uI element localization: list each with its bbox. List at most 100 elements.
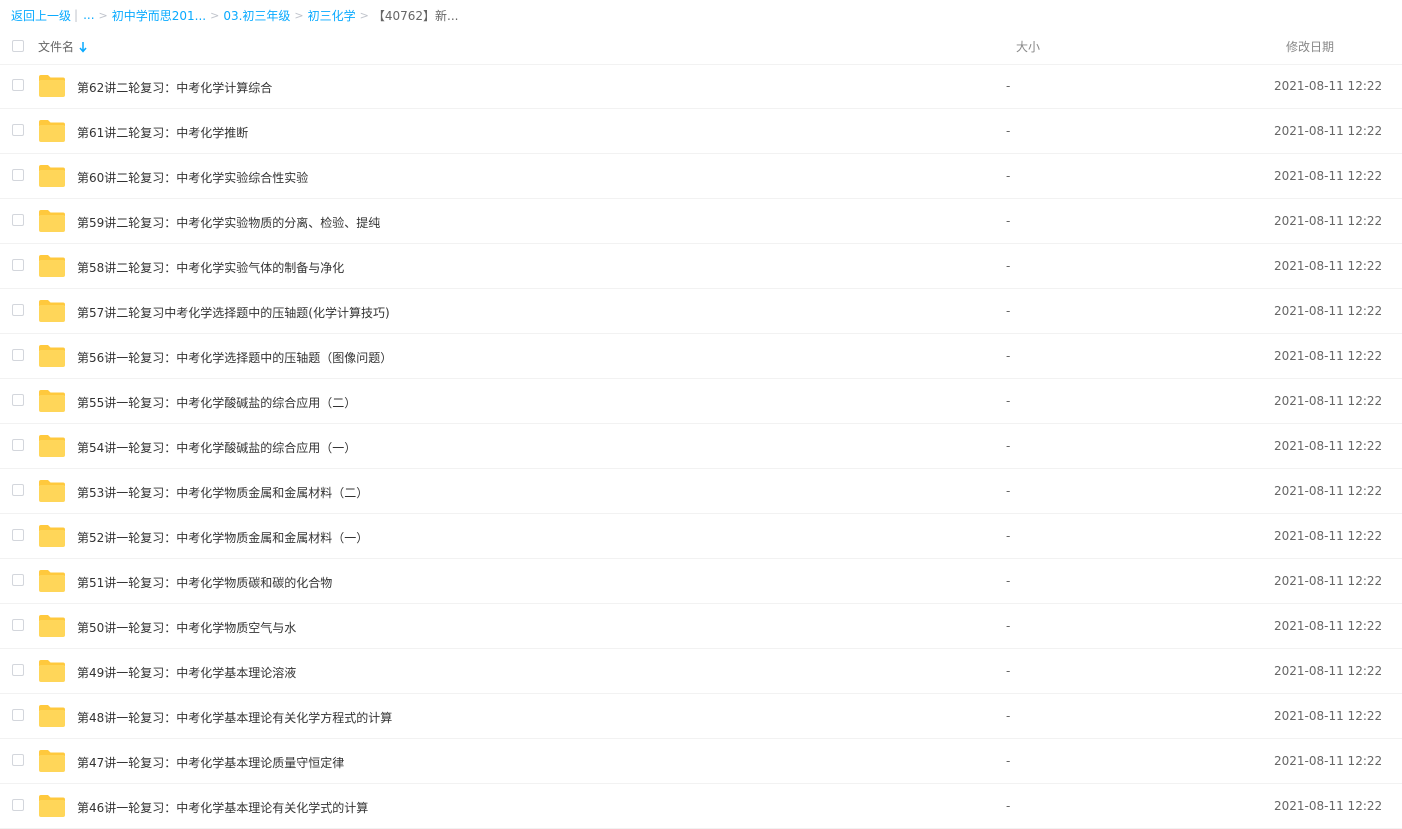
file-size: -: [1006, 304, 1011, 318]
row-checkbox[interactable]: [12, 709, 24, 721]
file-modified-date: 2021-08-11 12:22: [1274, 709, 1383, 723]
select-all-checkbox[interactable]: [12, 40, 24, 52]
file-modified-date: 2021-08-11 12:22: [1274, 529, 1383, 543]
file-name[interactable]: 第49讲一轮复习：中考化学基本理论溶液: [77, 664, 296, 681]
file-modified-date: 2021-08-11 12:22: [1274, 349, 1383, 363]
file-modified-date: 2021-08-11 12:22: [1274, 484, 1383, 498]
folder-icon[interactable]: [38, 209, 66, 233]
file-name[interactable]: 第50讲一轮复习：中考化学物质空气与水: [77, 619, 296, 636]
file-name[interactable]: 第51讲一轮复习：中考化学物质碳和碳的化合物: [77, 574, 332, 591]
file-row[interactable]: 第59讲二轮复习：中考化学实验物质的分离、检验、提纯 - 2021-08-11 …: [0, 199, 1402, 244]
folder-icon[interactable]: [38, 659, 66, 683]
file-name[interactable]: 第61讲二轮复习：中考化学推断: [77, 124, 248, 141]
folder-icon[interactable]: [38, 704, 66, 728]
row-checkbox[interactable]: [12, 799, 24, 811]
file-name[interactable]: 第55讲一轮复习：中考化学酸碱盐的综合应用（二）: [77, 394, 356, 411]
file-name[interactable]: 第62讲二轮复习：中考化学计算综合: [77, 79, 272, 96]
name-column-header[interactable]: 文件名: [38, 38, 87, 55]
file-name[interactable]: 第59讲二轮复习：中考化学实验物质的分离、检验、提纯: [77, 214, 380, 231]
file-row[interactable]: 第54讲一轮复习：中考化学酸碱盐的综合应用（一） - 2021-08-11 12…: [0, 424, 1402, 469]
file-name[interactable]: 第54讲一轮复习：中考化学酸碱盐的综合应用（一）: [77, 439, 356, 456]
folder-icon[interactable]: [38, 389, 66, 413]
folder-icon[interactable]: [38, 614, 66, 638]
folder-icon[interactable]: [38, 524, 66, 548]
row-checkbox[interactable]: [12, 619, 24, 631]
file-row[interactable]: 第55讲一轮复习：中考化学酸碱盐的综合应用（二） - 2021-08-11 12…: [0, 379, 1402, 424]
row-checkbox[interactable]: [12, 394, 24, 406]
folder-icon[interactable]: [38, 434, 66, 458]
file-size: -: [1006, 169, 1011, 183]
arrow-down-icon[interactable]: [79, 41, 87, 53]
file-name[interactable]: 第46讲一轮复习：中考化学基本理论有关化学式的计算: [77, 799, 368, 816]
file-row[interactable]: 第60讲二轮复习：中考化学实验综合性实验 - 2021-08-11 12:22: [0, 154, 1402, 199]
breadcrumb-item-0[interactable]: 初中学而思201...: [112, 7, 206, 24]
file-name[interactable]: 第47讲一轮复习：中考化学基本理论质量守恒定律: [77, 754, 344, 771]
folder-icon[interactable]: [38, 749, 66, 773]
folder-icon[interactable]: [38, 344, 66, 368]
folder-icon[interactable]: [38, 74, 66, 98]
folder-icon[interactable]: [38, 164, 66, 188]
row-checkbox[interactable]: [12, 484, 24, 496]
file-row[interactable]: 第48讲一轮复习：中考化学基本理论有关化学方程式的计算 - 2021-08-11…: [0, 694, 1402, 739]
file-row[interactable]: 第56讲一轮复习：中考化学选择题中的压轴题（图像问题） - 2021-08-11…: [0, 334, 1402, 379]
breadcrumb-ellipsis[interactable]: ...: [83, 8, 94, 22]
file-name[interactable]: 第53讲一轮复习：中考化学物质金属和金属材料（二）: [77, 484, 368, 501]
file-name[interactable]: 第52讲一轮复习：中考化学物质金属和金属材料（一）: [77, 529, 368, 546]
row-checkbox[interactable]: [12, 214, 24, 226]
breadcrumb-chevron-icon: >: [294, 8, 304, 22]
file-name[interactable]: 第58讲二轮复习：中考化学实验气体的制备与净化: [77, 259, 344, 276]
file-modified-date: 2021-08-11 12:22: [1274, 754, 1383, 768]
file-name[interactable]: 第48讲一轮复习：中考化学基本理论有关化学方程式的计算: [77, 709, 392, 726]
row-checkbox[interactable]: [12, 124, 24, 136]
file-name[interactable]: 第56讲一轮复习：中考化学选择题中的压轴题（图像问题）: [77, 349, 392, 366]
row-checkbox[interactable]: [12, 169, 24, 181]
file-modified-date: 2021-08-11 12:22: [1274, 394, 1383, 408]
file-row[interactable]: 第51讲一轮复习：中考化学物质碳和碳的化合物 - 2021-08-11 12:2…: [0, 559, 1402, 604]
folder-icon[interactable]: [38, 794, 66, 818]
file-row[interactable]: 第58讲二轮复习：中考化学实验气体的制备与净化 - 2021-08-11 12:…: [0, 244, 1402, 289]
file-row[interactable]: 第49讲一轮复习：中考化学基本理论溶液 - 2021-08-11 12:22: [0, 649, 1402, 694]
breadcrumb-item-1[interactable]: 03.初三年级: [223, 7, 290, 24]
file-size: -: [1006, 799, 1011, 813]
size-column-header[interactable]: 大小: [1016, 38, 1040, 55]
file-row[interactable]: 第53讲一轮复习：中考化学物质金属和金属材料（二） - 2021-08-11 1…: [0, 469, 1402, 514]
file-name[interactable]: 第57讲二轮复习中考化学选择题中的压轴题(化学计算技巧): [77, 304, 390, 321]
folder-icon[interactable]: [38, 119, 66, 143]
file-row[interactable]: 第46讲一轮复习：中考化学基本理论有关化学式的计算 - 2021-08-11 1…: [0, 784, 1402, 829]
file-row[interactable]: 第57讲二轮复习中考化学选择题中的压轴题(化学计算技巧) - 2021-08-1…: [0, 289, 1402, 334]
file-modified-date: 2021-08-11 12:22: [1274, 619, 1383, 633]
folder-icon[interactable]: [38, 479, 66, 503]
row-checkbox[interactable]: [12, 574, 24, 586]
row-checkbox[interactable]: [12, 439, 24, 451]
file-row[interactable]: 第50讲一轮复习：中考化学物质空气与水 - 2021-08-11 12:22: [0, 604, 1402, 649]
file-row[interactable]: 第62讲二轮复习：中考化学计算综合 - 2021-08-11 12:22: [0, 64, 1402, 109]
file-modified-date: 2021-08-11 12:22: [1274, 259, 1383, 273]
file-row[interactable]: 第47讲一轮复习：中考化学基本理论质量守恒定律 - 2021-08-11 12:…: [0, 739, 1402, 784]
file-modified-date: 2021-08-11 12:22: [1274, 799, 1383, 813]
row-checkbox[interactable]: [12, 349, 24, 361]
row-checkbox[interactable]: [12, 304, 24, 316]
breadcrumb-item-2[interactable]: 初三化学: [308, 7, 356, 24]
breadcrumb: 返回上一级 | ... > 初中学而思201... > 03.初三年级 > 初三…: [11, 5, 458, 25]
file-size: -: [1006, 79, 1011, 93]
row-checkbox[interactable]: [12, 754, 24, 766]
folder-icon[interactable]: [38, 299, 66, 323]
row-checkbox[interactable]: [12, 79, 24, 91]
file-size: -: [1006, 124, 1011, 138]
breadcrumb-chevron-icon: >: [359, 8, 369, 22]
file-row[interactable]: 第52讲一轮复习：中考化学物质金属和金属材料（一） - 2021-08-11 1…: [0, 514, 1402, 559]
folder-icon[interactable]: [38, 569, 66, 593]
date-column-header[interactable]: 修改日期: [1286, 38, 1334, 55]
file-modified-date: 2021-08-11 12:22: [1274, 79, 1383, 93]
folder-icon[interactable]: [38, 254, 66, 278]
file-name[interactable]: 第60讲二轮复习：中考化学实验综合性实验: [77, 169, 308, 186]
row-checkbox[interactable]: [12, 664, 24, 676]
row-checkbox[interactable]: [12, 529, 24, 541]
file-list: 第62讲二轮复习：中考化学计算综合 - 2021-08-11 12:22 第61…: [0, 64, 1402, 829]
file-row[interactable]: 第61讲二轮复习：中考化学推断 - 2021-08-11 12:22: [0, 109, 1402, 154]
file-size: -: [1006, 349, 1011, 363]
breadcrumb-back-link[interactable]: 返回上一级: [11, 7, 71, 24]
file-modified-date: 2021-08-11 12:22: [1274, 664, 1383, 678]
row-checkbox[interactable]: [12, 259, 24, 271]
name-column-label: 文件名: [38, 40, 75, 54]
